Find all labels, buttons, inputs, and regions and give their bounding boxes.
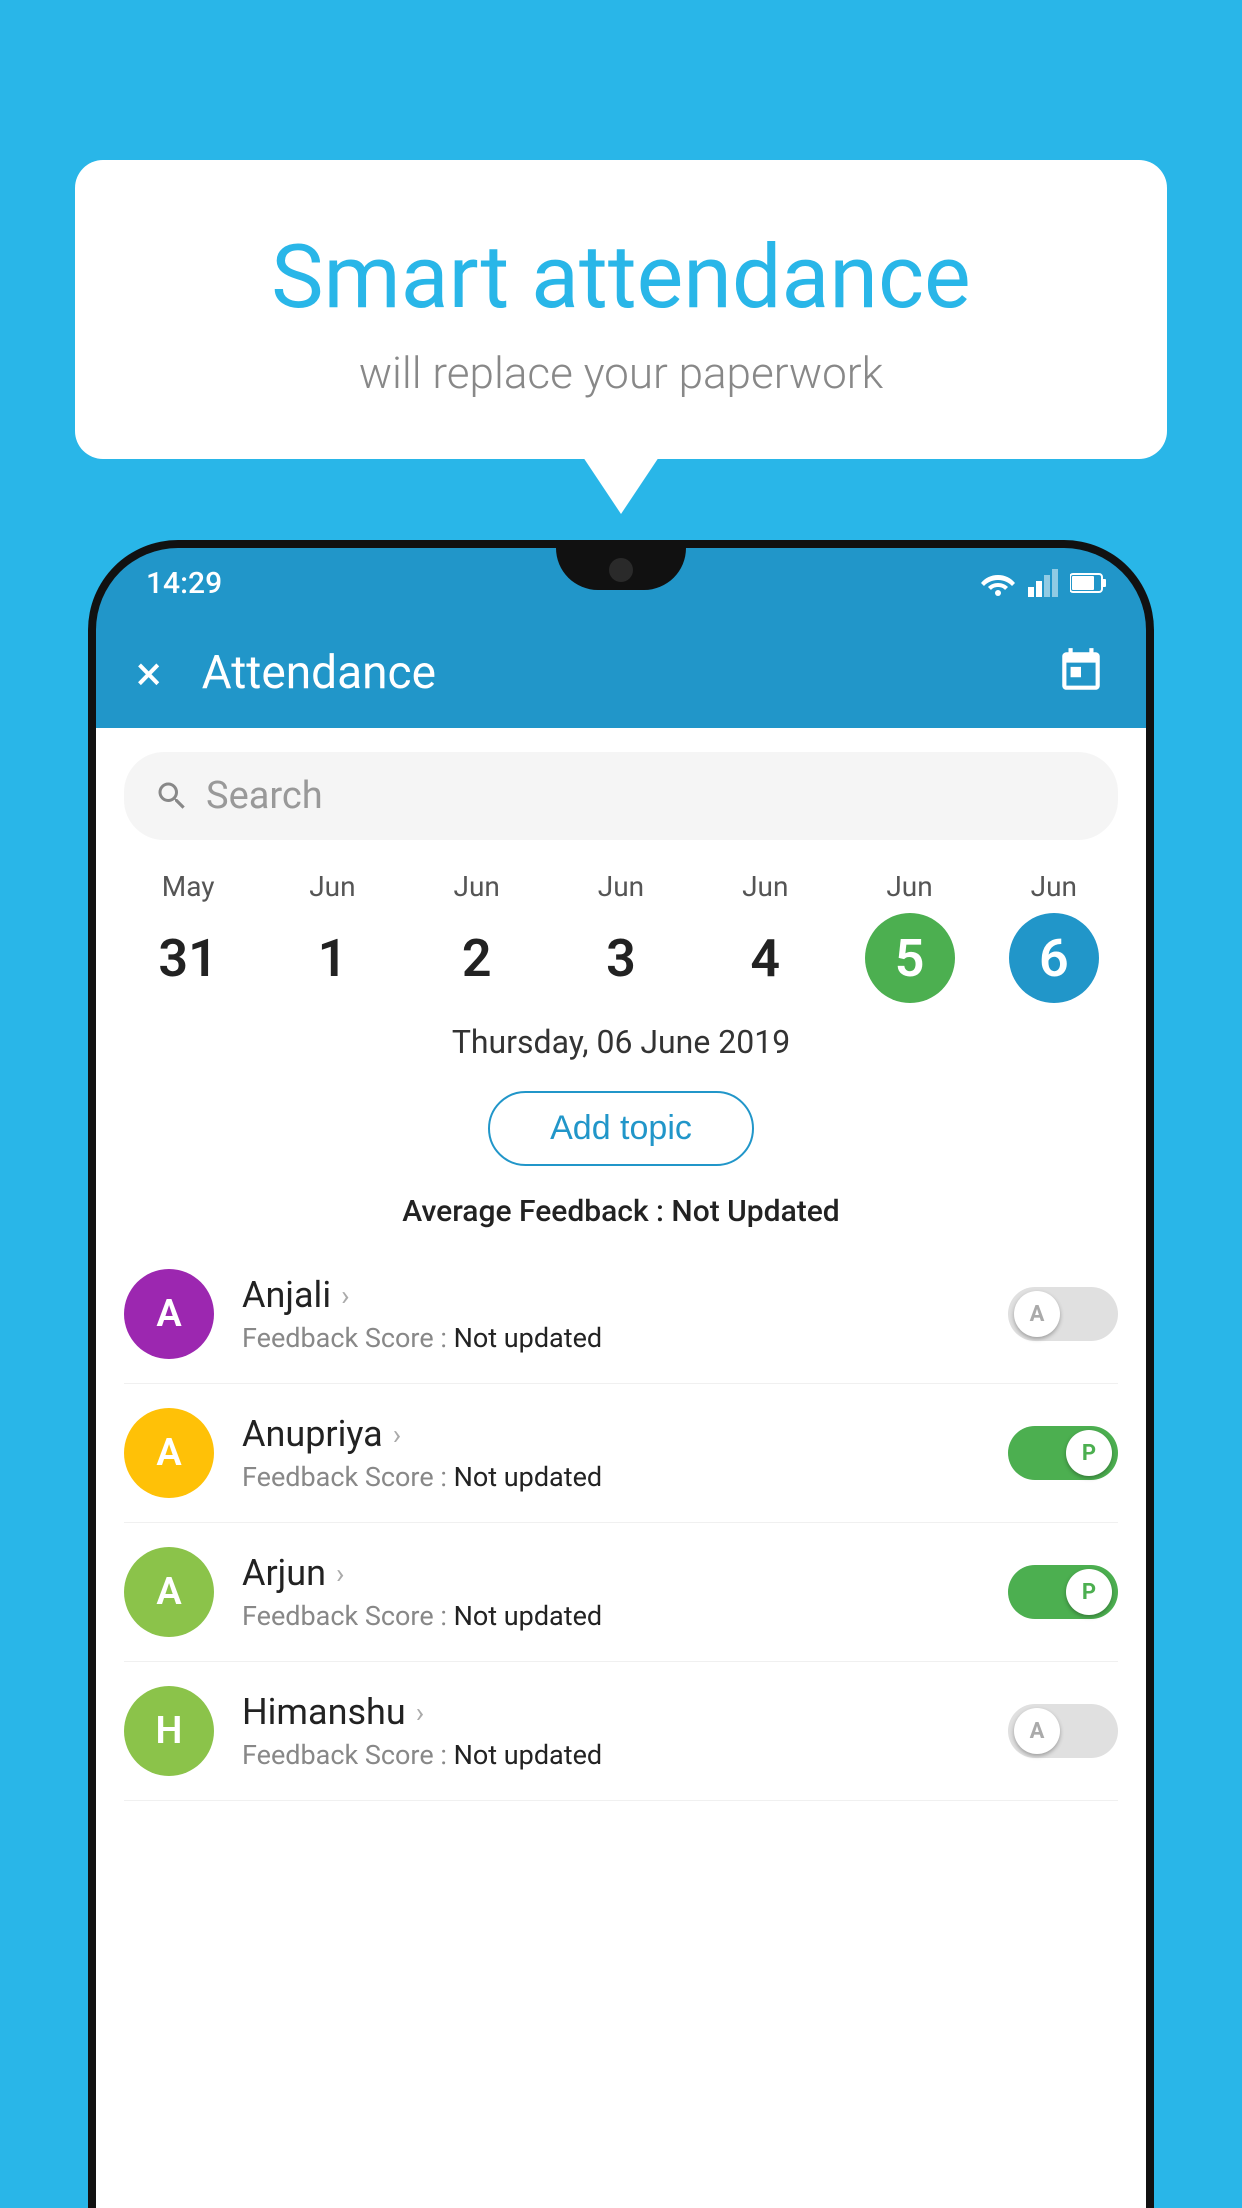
calendar-icon [1056,646,1106,696]
status-icons [980,569,1106,597]
student-name[interactable]: Anupriya › [242,1413,980,1455]
attendance-toggle[interactable]: P [1008,1565,1118,1619]
attendance-toggle-container: A [1008,1287,1118,1341]
search-placeholder: Search [206,774,323,818]
toggle-thumb: P [1066,1569,1112,1615]
calendar-day[interactable]: May 31 [138,870,238,1003]
cal-month-label: Jun [886,870,932,903]
calendar-icon-button[interactable] [1056,646,1106,700]
cal-month-label: Jun [454,870,500,903]
app-background: Smart attendance will replace your paper… [0,0,1242,2208]
attendance-toggle[interactable]: P [1008,1426,1118,1480]
calendar-row: May 31 Jun 1 Jun 2 Jun 3 Jun 4 Jun 5 Jun 6 [96,850,1146,1003]
student-feedback-score: Feedback Score : Not updated [242,1600,980,1632]
cal-date-number: 6 [1009,913,1099,1003]
calendar-day[interactable]: Jun 5 [860,870,960,1003]
calendar-day[interactable]: Jun 3 [571,870,671,1003]
cal-month-label: May [162,870,215,903]
cal-month-label: Jun [1031,870,1077,903]
calendar-day[interactable]: Jun 4 [715,870,815,1003]
student-row: A Anupriya › Feedback Score : Not updated P [124,1384,1118,1523]
attendance-toggle-container: P [1008,1426,1118,1480]
cal-month-label: Jun [309,870,355,903]
cal-month-label: Jun [598,870,644,903]
attendance-toggle[interactable]: A [1008,1287,1118,1341]
student-name[interactable]: Arjun › [242,1552,980,1594]
toggle-thumb: A [1014,1708,1060,1754]
calendar-day[interactable]: Jun 1 [282,870,382,1003]
average-feedback-value: Not Updated [671,1194,839,1229]
cal-date-number: 1 [287,913,377,1003]
cal-date-number: 5 [865,913,955,1003]
toggle-thumb: P [1066,1430,1112,1476]
student-avatar: H [124,1686,214,1776]
battery-icon [1070,572,1106,594]
chevron-icon: › [341,1279,349,1312]
status-time: 14:29 [136,566,222,601]
cal-date-number: 3 [576,913,666,1003]
wifi-icon [980,569,1016,597]
speech-bubble-container: Smart attendance will replace your paper… [75,160,1167,459]
calendar-day[interactable]: Jun 6 [1004,870,1104,1003]
student-row: H Himanshu › Feedback Score : Not updated A [124,1662,1118,1801]
app-header: × Attendance [96,618,1146,728]
search-icon [154,778,190,814]
cal-date-number: 2 [432,913,522,1003]
chevron-icon: › [393,1418,401,1451]
student-info: Himanshu › Feedback Score : Not updated [242,1691,980,1771]
chevron-icon: › [416,1696,424,1729]
bubble-title: Smart attendance [135,230,1107,327]
phone-inner: 14:29 [96,548,1146,2208]
student-name[interactable]: Anjali › [242,1274,980,1316]
phone-camera [609,558,633,582]
phone-frame: 14:29 [88,540,1154,2208]
student-row: A Anjali › Feedback Score : Not updated A [124,1245,1118,1384]
student-feedback-score: Feedback Score : Not updated [242,1739,980,1771]
bubble-subtitle: will replace your paperwork [135,347,1107,399]
student-name[interactable]: Himanshu › [242,1691,980,1733]
student-info: Anupriya › Feedback Score : Not updated [242,1413,980,1493]
cal-date-number: 4 [720,913,810,1003]
attendance-toggle[interactable]: A [1008,1704,1118,1758]
calendar-day[interactable]: Jun 2 [427,870,527,1003]
student-feedback-score: Feedback Score : Not updated [242,1322,980,1354]
student-info: Anjali › Feedback Score : Not updated [242,1274,980,1354]
signal-icon [1028,569,1058,597]
student-feedback-score: Feedback Score : Not updated [242,1461,980,1493]
attendance-toggle-container: A [1008,1704,1118,1758]
app-content: Search May 31 Jun 1 Jun 2 Jun 3 Jun 4 Jun 5 Jun 6 Thu… [96,728,1146,2208]
header-title: Attendance [202,646,1056,700]
student-row: A Arjun › Feedback Score : Not updated P [124,1523,1118,1662]
toggle-thumb: A [1014,1291,1060,1337]
student-avatar: A [124,1547,214,1637]
cal-month-label: Jun [742,870,788,903]
attendance-toggle-container: P [1008,1565,1118,1619]
add-topic-button[interactable]: Add topic [488,1091,754,1166]
cal-date-number: 31 [143,913,233,1003]
student-avatar: A [124,1408,214,1498]
average-feedback-label: Average Feedback : Not Updated [96,1184,1146,1245]
speech-bubble: Smart attendance will replace your paper… [75,160,1167,459]
student-list: AAnjali ›Feedback Score : Not updatedAAA… [96,1245,1146,1801]
student-avatar: A [124,1269,214,1359]
student-info: Arjun › Feedback Score : Not updated [242,1552,980,1632]
close-button[interactable]: × [136,645,162,702]
date-label: Thursday, 06 June 2019 [96,1003,1146,1073]
chevron-icon: › [336,1557,344,1590]
search-bar[interactable]: Search [124,752,1118,840]
